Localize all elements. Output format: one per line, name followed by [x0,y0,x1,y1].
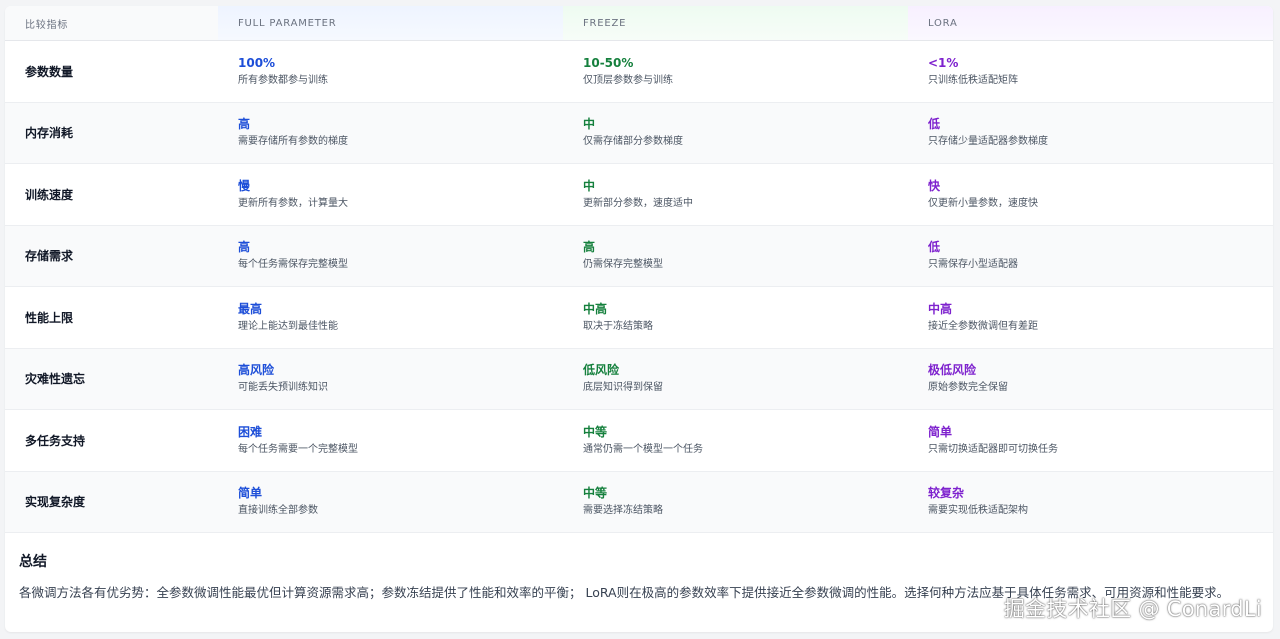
cell-freeze-description: 更新部分参数，速度适中 [583,197,693,209]
cell-full-description: 每个任务需要一个完整模型 [238,443,358,455]
cell-freeze-description: 取决于冻结策略 [583,320,653,332]
cell-full-value: 最高 [238,301,263,316]
cell-freeze-description: 仅需存储部分参数梯度 [583,136,683,148]
cell-lora-value: <1% [928,55,959,70]
cell-freeze-value: 10-50% [583,55,634,70]
cell-full-value: 困难 [238,424,263,439]
cell-freeze-description: 仅顶层参数参与训练 [583,74,673,86]
cell-freeze-value: 低风险 [583,363,620,378]
cell-lora-value: 简单 [928,424,953,439]
cell-freeze-value: 高 [583,240,596,255]
cell-full-description: 直接训练全部参数 [238,505,318,517]
table-row: 存储需求高每个任务需保存完整模型高仍需保存完整模型低只需保存小型适配器 [5,225,1273,287]
cell-freeze: 中高 取决于冻结策略 [563,286,908,349]
table-row: 实现复杂度 简单 直接训练全部参数 中等 需要选择冻结策略 较复杂 需要实现低秩适配架构 [5,471,1273,533]
cell-freeze: 中更新部分参数，速度适中 [563,163,908,226]
table-row: 性能上限 最高 理论上能达到最佳性能 中高 取决于冻结策略 中高 接近全参数微调但有差距 [5,286,1273,349]
watermark: 掘金技术社区 @ ConardLi [1003,597,1262,621]
cell-lora: 较复杂需要实现低秩适配架构 [908,471,1273,533]
table-row: 参数数量 100% 所有参数都参与训练 10-50% 仅顶层参数参与训练 <1% 只训练低秩… [5,40,1273,103]
cell-full-value: 高风险 [238,363,275,378]
cell-freeze-description: 需要选择冻结策略 [583,505,663,517]
cell-freeze-value: 中等 [583,424,608,439]
cell-freeze: 中等通常仍需一个模型一个任务 [563,409,908,472]
cell-lora-description: 只需保存小型适配器 [928,259,1018,271]
cell-lora: 中高接近全参数微调但有差距 [908,286,1273,349]
cell-freeze-description: 仍需保存完整模型 [583,259,663,271]
cell-lora-value: 低 [928,240,941,255]
row-metric-label: 实现复杂度 [5,471,218,533]
row-metric-label: 参数数量 [5,40,218,103]
cell-lora-description: 仅更新小量参数，速度快 [928,197,1038,209]
cell-full-description: 每个任务需保存完整模型 [238,259,348,271]
cell-lora: 低只存储少量适配器参数梯度 [908,102,1273,164]
comparison-card: 比较指标 FULL PARAMETER FREEZE LORA 参数数量 100%… [5,6,1273,632]
cell-lora-value: 较复杂 [928,486,965,501]
cell-freeze: 中等需要选择冻结策略 [563,471,908,533]
table-row: 多任务支持 困难 每个任务需要一个完整模型 中等 通常仍需一个模型一个任务 简单 只需切换适… [5,409,1273,472]
cell-full-value: 慢 [238,178,251,193]
cell-lora: <1% 只训练低秩适配矩阵 [908,40,1273,103]
cell-full-value: 高 [238,240,251,255]
cell-lora-description: 需要实现低秩适配架构 [928,505,1028,517]
cell-full: 困难每个任务需要一个完整模型 [218,409,563,472]
cell-lora-description: 只需切换适配器即可切换任务 [928,443,1058,455]
table-body: 参数数量 100% 所有参数都参与训练 10-50% 仅顶层参数参与训练 <1% 只训练低秩… [5,40,1273,533]
cell-freeze-value: 中 [583,117,596,132]
cell-full-description: 更新所有参数，计算量大 [238,197,348,209]
cell-freeze-value: 中 [583,178,596,193]
cell-full-value: 简单 [238,486,263,501]
header-freeze: FREEZE [563,6,908,41]
header-lora: LORA [908,6,1273,41]
comparison-table: 比较指标 FULL PARAMETER FREEZE LORA 参数数量 100%… [5,6,1273,533]
cell-full-description: 所有参数都参与训练 [238,74,328,86]
cell-lora-value: 快 [928,178,941,193]
cell-full: 100% 所有参数都参与训练 [218,40,563,103]
cell-lora-description: 只训练低秩适配矩阵 [928,74,1018,86]
cell-lora: 简单只需切换适配器即可切换任务 [908,409,1273,472]
cell-lora-description: 只存储少量适配器参数梯度 [928,136,1048,148]
cell-freeze-value: 中等 [583,486,608,501]
cell-full-description: 可能丢失预训练知识 [238,382,328,394]
cell-freeze: 低风险底层知识得到保留 [563,348,908,410]
header-full-parameter: FULL PARAMETER [218,6,563,41]
summary-section: 总结 各微调方法各有优劣势：全参数微调性能最优但计算资源需求高；参数冻结提供了性… [5,533,1273,602]
summary-title: 总结 [19,554,47,570]
row-metric-label: 训练速度 [5,163,218,226]
cell-full: 高每个任务需保存完整模型 [218,225,563,287]
cell-lora: 极低风险原始参数完全保留 [908,348,1273,410]
cell-lora-description: 接近全参数微调但有差距 [928,320,1038,332]
cell-freeze-value: 中高 [583,301,608,316]
cell-lora: 低只需保存小型适配器 [908,225,1273,287]
table-row: 训练速度慢更新所有参数，计算量大中更新部分参数，速度适中快仅更新小量参数，速度快 [5,163,1273,226]
header-metric: 比较指标 [5,6,218,41]
row-metric-label: 存储需求 [5,225,218,287]
cell-freeze: 高仍需保存完整模型 [563,225,908,287]
cell-full: 高需要存储所有参数的梯度 [218,102,563,164]
cell-lora-description: 原始参数完全保留 [928,382,1008,394]
cell-lora-value: 低 [928,117,941,132]
cell-full-description: 理论上能达到最佳性能 [238,320,338,332]
cell-full: 最高理论上能达到最佳性能 [218,286,563,349]
cell-full-value: 100% [238,55,276,70]
row-metric-label: 多任务支持 [5,409,218,472]
cell-full: 简单直接训练全部参数 [218,471,563,533]
cell-full: 慢更新所有参数，计算量大 [218,163,563,226]
row-metric-label: 内存消耗 [5,102,218,164]
cell-full: 高风险可能丢失预训练知识 [218,348,563,410]
cell-freeze: 10-50% 仅顶层参数参与训练 [563,40,908,103]
table-header-row: 比较指标 FULL PARAMETER FREEZE LORA [5,6,1273,41]
cell-freeze-description: 底层知识得到保留 [583,382,663,394]
cell-lora: 快仅更新小量参数，速度快 [908,163,1273,226]
table-row: 内存消耗高需要存储所有参数的梯度中仅需存储部分参数梯度低只存储少量适配器参数梯度 [5,102,1273,164]
cell-full-description: 需要存储所有参数的梯度 [238,136,348,148]
cell-freeze-description: 通常仍需一个模型一个任务 [583,443,703,455]
cell-lora-value: 中高 [928,301,953,316]
row-metric-label: 性能上限 [5,286,218,349]
cell-full-value: 高 [238,117,251,132]
row-metric-label: 灾难性遗忘 [5,348,218,410]
cell-lora-value: 极低风险 [928,363,977,378]
table-row: 灾难性遗忘 高风险 可能丢失预训练知识 低风险 底层知识得到保留 极低风险 原始参数完全保留 [5,348,1273,410]
cell-freeze: 中仅需存储部分参数梯度 [563,102,908,164]
